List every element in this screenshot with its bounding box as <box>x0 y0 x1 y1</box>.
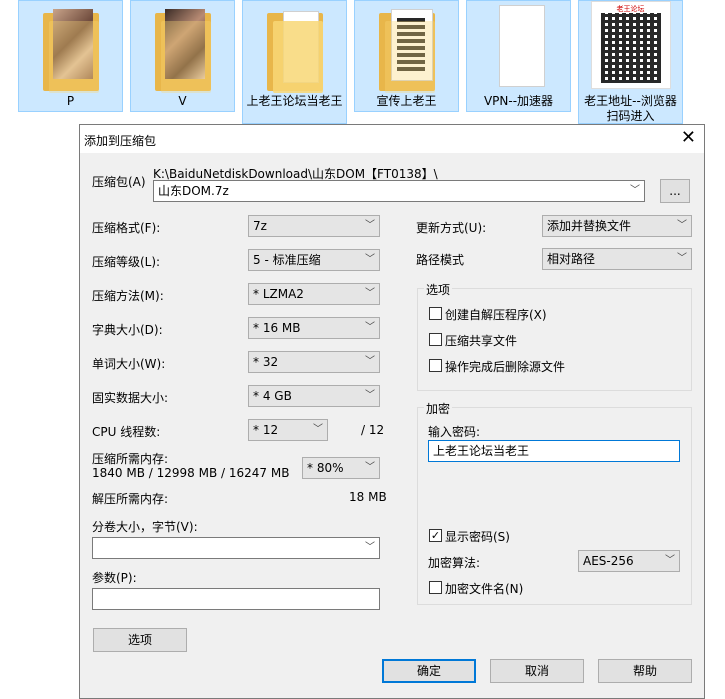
delete-checkbox[interactable] <box>429 359 442 372</box>
solid-select[interactable]: * 4 GB ﹀ <box>248 385 380 407</box>
file-label: 老王地址--浏览器扫码进入 <box>584 94 677 123</box>
threads-value: * 12 <box>253 423 279 437</box>
shared-label: 压缩共享文件 <box>445 334 518 348</box>
decomp-label: 解压所需内存: <box>92 492 169 506</box>
sfx-label: 创建自解压程序(X) <box>445 308 547 322</box>
dialog-title: 添加到压缩包 <box>84 134 157 148</box>
chevron-down-icon: ﹀ <box>365 356 375 367</box>
chevron-down-icon: ﹀ <box>365 322 375 333</box>
mem-values: 1840 MB / 12998 MB / 16247 MB <box>92 466 290 480</box>
file-vpn[interactable]: VPN--加速器 <box>466 0 571 112</box>
word-label: 单词大小(W): <box>92 357 166 371</box>
sfx-checkbox[interactable] <box>429 307 442 320</box>
threads-total: / 12 <box>361 423 385 437</box>
mem-pct-value: * 80% <box>307 461 344 475</box>
show-password-checkbox[interactable]: ✓ <box>429 529 442 542</box>
format-select[interactable]: 7z ﹀ <box>248 215 380 237</box>
add-to-archive-dialog: 添加到压缩包 ✕ 压缩包(A) K:\BaiduNetdiskDownload\… <box>79 124 705 699</box>
ok-button[interactable]: 确定 <box>382 659 476 683</box>
level-select[interactable]: 5 - 标准压缩 ﹀ <box>248 249 380 271</box>
level-value: 5 - 标准压缩 <box>253 253 321 267</box>
dict-label: 字典大小(D): <box>92 323 163 337</box>
folder-icon <box>151 3 215 93</box>
path-value: 相对路径 <box>547 252 596 266</box>
desktop-background: P V 上老王论坛当老王 宣传上老王 VPN--加速器 老王论坛 老王地址--浏… <box>0 0 725 699</box>
decomp-value: 18 MB <box>349 490 387 504</box>
archive-name-value: 山东DOM.7z <box>158 184 229 198</box>
chevron-down-icon: ﹀ <box>630 185 640 196</box>
update-label: 更新方式(U): <box>416 221 487 235</box>
folder-promo[interactable]: 宣传上老王 <box>354 0 459 112</box>
password-label: 输入密码: <box>428 425 481 439</box>
split-select[interactable]: ﹀ <box>92 537 380 559</box>
archive-label: 压缩包(A) <box>92 175 146 189</box>
path-label: 路径模式 <box>416 253 465 267</box>
threads-select[interactable]: * 12 ﹀ <box>248 419 328 441</box>
chevron-down-icon: ﹀ <box>365 288 375 299</box>
mem-pct-select[interactable]: * 80% ﹀ <box>302 457 380 479</box>
encryption-group-title: 加密 <box>424 400 453 417</box>
delete-label: 操作完成后删除源文件 <box>445 360 566 374</box>
threads-label: CPU 线程数: <box>92 425 161 439</box>
close-icon[interactable]: ✕ <box>681 128 696 148</box>
chevron-down-icon: ﹀ <box>365 220 375 231</box>
password-input[interactable]: 上老王论坛当老王 <box>428 440 680 462</box>
update-value: 添加并替换文件 <box>547 219 632 233</box>
options-button[interactable]: 选项 <box>93 628 187 652</box>
path-select[interactable]: 相对路径 ﹀ <box>542 248 692 270</box>
chevron-down-icon: ﹀ <box>365 542 375 553</box>
options-group-title: 选项 <box>424 281 453 298</box>
solid-label: 固实数据大小: <box>92 391 169 405</box>
title-bar: 添加到压缩包 ✕ <box>80 125 704 153</box>
chevron-down-icon: ﹀ <box>365 462 375 473</box>
method-select[interactable]: * LZMA2 ﹀ <box>248 283 380 305</box>
chevron-down-icon: ﹀ <box>313 424 323 435</box>
update-select[interactable]: 添加并替换文件 ﹀ <box>542 215 692 237</box>
chevron-down-icon: ﹀ <box>365 390 375 401</box>
archive-name-combo[interactable]: 山东DOM.7z ﹀ <box>153 180 645 202</box>
shared-checkbox[interactable] <box>429 333 442 346</box>
method-value: * LZMA2 <box>253 287 304 301</box>
format-label: 压缩格式(F): <box>92 221 161 235</box>
mem-label: 压缩所需内存: <box>92 452 169 466</box>
blank-document-icon <box>487 3 551 91</box>
encrypt-names-label: 加密文件名(N) <box>445 582 524 596</box>
chevron-down-icon: ﹀ <box>365 254 375 265</box>
chevron-down-icon: ﹀ <box>677 220 687 231</box>
file-label: V <box>178 94 187 108</box>
show-password-label: 显示密码(S) <box>445 530 510 544</box>
dict-value: * 16 MB <box>253 321 301 335</box>
solid-value: * 4 GB <box>253 389 292 403</box>
word-value: * 32 <box>253 355 279 369</box>
folder-icon <box>263 3 327 93</box>
folder-icon <box>375 3 439 93</box>
method-label: 压缩方法(M): <box>92 289 164 303</box>
chevron-down-icon: ﹀ <box>677 253 687 264</box>
split-label: 分卷大小，字节(V): <box>92 520 198 534</box>
folder-forum[interactable]: 上老王论坛当老王 <box>242 0 347 124</box>
help-button[interactable]: 帮助 <box>598 659 692 683</box>
format-value: 7z <box>253 219 267 233</box>
chevron-down-icon: ﹀ <box>665 555 675 566</box>
folder-p[interactable]: P <box>18 0 123 112</box>
qr-code-image-icon: 老王论坛 <box>590 1 671 91</box>
word-select[interactable]: * 32 ﹀ <box>248 351 380 373</box>
file-label: 宣传上老王 <box>376 94 437 108</box>
params-input[interactable] <box>92 588 380 610</box>
browse-button[interactable]: ... <box>660 179 690 203</box>
dict-select[interactable]: * 16 MB ﹀ <box>248 317 380 339</box>
file-label: P <box>66 94 75 108</box>
file-label: VPN--加速器 <box>483 94 554 108</box>
enc-method-value: AES-256 <box>583 554 634 568</box>
encrypt-names-checkbox[interactable] <box>429 581 442 594</box>
file-address[interactable]: 老王论坛 老王地址--浏览器扫码进入 <box>578 0 683 124</box>
params-label: 参数(P): <box>92 571 137 585</box>
file-label: 上老王论坛当老王 <box>246 94 343 108</box>
enc-method-select[interactable]: AES-256 ﹀ <box>578 550 680 572</box>
folder-icon <box>39 3 103 93</box>
folder-v[interactable]: V <box>130 0 235 112</box>
level-label: 压缩等级(L): <box>92 255 161 269</box>
enc-method-label: 加密算法: <box>428 556 481 570</box>
cancel-button[interactable]: 取消 <box>490 659 584 683</box>
